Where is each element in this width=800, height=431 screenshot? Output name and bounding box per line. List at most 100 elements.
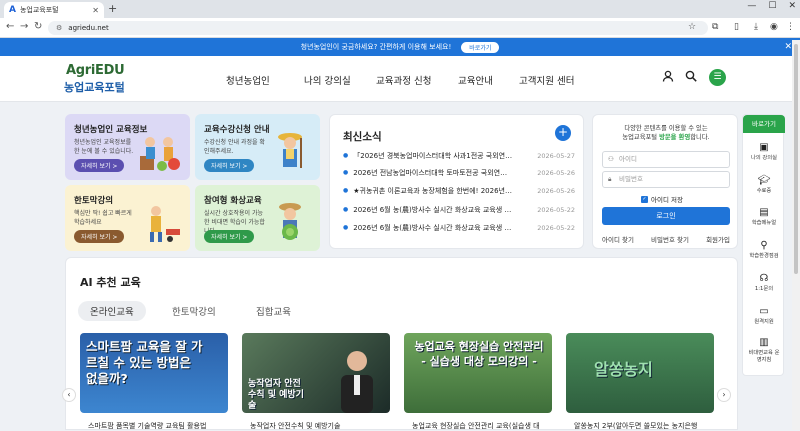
card-title: 한토막강의 xyxy=(74,196,114,206)
farmer-tractor-illustration xyxy=(134,199,184,247)
news-item-date: 2026-05-22 xyxy=(537,206,575,214)
news-item[interactable]: ● 2026년 6월 농(農)방사수 실시간 화상교육 교육생 … 2026-05-… xyxy=(343,204,575,216)
username-placeholder: 아이디 xyxy=(619,155,637,163)
lock-icon: 🔒︎ xyxy=(608,175,612,183)
quick-my-classroom[interactable]: ▣ 나의 강의실 xyxy=(743,142,785,162)
browser-tab-bar: A 농업교육포털 ✕ + — ☐ ✕ xyxy=(0,0,800,18)
quick-label: 원격지원 xyxy=(754,319,774,325)
card-short-lecture[interactable]: 한토막강의 핵심만 딱! 쉽고 빠르게 학습하세요 자세히 보기 > xyxy=(65,185,190,251)
checkbox-checked-icon[interactable]: ✓ xyxy=(641,195,648,203)
reload-icon[interactable]: ↻ xyxy=(34,21,42,32)
new-tab-button[interactable]: + xyxy=(108,2,117,15)
card-detail-button[interactable]: 자세히 보기 > xyxy=(74,230,125,243)
banner-go-button[interactable]: 바로가기 xyxy=(461,41,500,53)
save-id-checkbox[interactable]: ✓ 아이디 저장 xyxy=(641,194,683,204)
browser-tab[interactable]: A 농업교육포털 ✕ xyxy=(4,2,104,18)
nav-education-guide[interactable]: 교육안내 xyxy=(458,73,493,87)
close-tab-icon[interactable]: ✕ xyxy=(92,6,99,15)
laptop-icon: ▭ xyxy=(759,306,769,317)
card-video-education[interactable]: 참여형 화상교육 실시간 상호작용이 가능한 비대면 학습이 가능합니다. 자세… xyxy=(195,185,320,251)
login-intro-highlight: 방문을 환영 xyxy=(659,134,691,141)
card-detail-button[interactable]: 자세히 보기 > xyxy=(204,230,255,243)
url-field[interactable]: ⚙ agriedu.net xyxy=(48,21,708,35)
bookmark-star-icon[interactable]: ☆ xyxy=(688,22,696,32)
nav-my-classroom[interactable]: 나의 강의실 xyxy=(304,73,351,87)
site-info-icon[interactable]: ⚙ xyxy=(56,24,62,32)
ai-recommend-section: AI 추천 교육 온라인교육 한토막강의 집합교육 스마트팜 교육을 잘 가르칠… xyxy=(65,257,738,430)
extensions-icon[interactable]: ⧉ xyxy=(712,22,718,32)
banner-close-icon[interactable]: ✕ xyxy=(784,42,792,52)
page-scrollbar[interactable] xyxy=(792,40,800,430)
nav-young-farmer[interactable]: 청년농업인 xyxy=(226,73,270,87)
user-icon: ⚇ xyxy=(608,155,614,163)
news-item[interactable]: ● 2026년 6월 농(農)방사수 실시간 화상교육 교육생 … 2026-05-… xyxy=(343,222,575,234)
video-thumbnail[interactable]: 농업교육 현장실습 안전관리 - 실습생 대상 모의강의 - xyxy=(404,333,552,413)
news-more-plus-icon[interactable]: + xyxy=(555,125,571,141)
carousel-prev-icon[interactable]: ‹ xyxy=(62,388,76,402)
card-title: 참여형 화상교육 xyxy=(204,196,262,206)
login-intro-line1: 다양한 콘텐츠를 이용할 수 있는 xyxy=(624,125,708,132)
video-thumbnail[interactable]: 알쏭농지 xyxy=(566,333,714,413)
find-password-link[interactable]: 비밀번호 찾기 xyxy=(651,234,689,244)
scrollbar-thumb[interactable] xyxy=(794,44,798,274)
quick-label: 1:1문의 xyxy=(754,286,774,292)
news-item[interactable]: ● ★귀농귀촌 이론교육과 농장체험을 한번에! 2026년… 2026-05-26 xyxy=(343,185,575,197)
forward-icon[interactable]: → xyxy=(20,21,28,32)
back-icon[interactable]: ← xyxy=(6,21,14,32)
card-course-apply-guide[interactable]: 교육수강신청 안내 수강신청 안내 과정을 확인해주세요. 자세히 보기 > xyxy=(195,114,320,180)
maximize-icon[interactable]: ☐ xyxy=(768,1,776,11)
username-input[interactable]: ⚇ 아이디 xyxy=(602,151,730,168)
card-desc: 청년농업인 교육정보를 한 눈에 볼 수 있습니다. xyxy=(74,139,134,155)
quick-inquiry[interactable]: ☊ 1:1문의 xyxy=(743,273,785,293)
headset-icon: ☊ xyxy=(759,273,769,284)
close-window-icon[interactable]: ✕ xyxy=(788,1,796,11)
quick-remote-guideline[interactable]: ▥ 비대면교육 운영지침 xyxy=(743,337,785,363)
monitor-play-icon: ▣ xyxy=(759,142,769,153)
bullet-icon: ● xyxy=(343,224,349,231)
card-detail-button[interactable]: 자세히 보기 > xyxy=(74,159,125,172)
nav-support-center[interactable]: 고객지원 센터 xyxy=(519,73,574,87)
quick-certificate[interactable]: 🎓︎ 수료증 xyxy=(743,175,785,195)
document-icon: ▥ xyxy=(759,337,769,348)
password-input[interactable]: 🔒︎ 비밀번호 xyxy=(602,171,730,188)
minimize-icon[interactable]: — xyxy=(747,1,756,11)
browser-menu-icon[interactable]: ⋮ xyxy=(786,22,795,32)
tab-online[interactable]: 온라인교육 xyxy=(78,301,146,321)
logo-text-top[interactable]: AgriEDU xyxy=(66,63,125,78)
news-item-date: 2026-05-22 xyxy=(537,224,575,232)
carousel-next-icon[interactable]: › xyxy=(717,388,731,402)
card-detail-button[interactable]: 자세히 보기 > xyxy=(204,159,255,172)
tab-group-education[interactable]: 집합교육 xyxy=(256,304,291,318)
news-item-title: 2026년 6월 농(農)방사수 실시간 화상교육 교육생 … xyxy=(353,224,512,232)
search-icon[interactable] xyxy=(685,70,697,85)
card-desc: 수강신청 안내 과정을 확인해주세요. xyxy=(204,139,265,155)
thumbnail-title: 농업교육 현장실습 안전관리 - 실습생 대상 모의강의 - xyxy=(414,340,544,368)
site-favicon-icon: A xyxy=(9,5,16,15)
login-button[interactable]: 로그인 xyxy=(602,207,730,225)
quick-label: 학습메뉴얼 xyxy=(751,220,777,226)
profile-icon[interactable]: ◉ xyxy=(770,22,778,32)
sidebar-icon[interactable]: ▯ xyxy=(734,22,739,32)
find-id-link[interactable]: 아이디 찾기 xyxy=(602,234,634,244)
logo-text-bottom[interactable]: 농업교육포털 xyxy=(64,79,125,95)
download-icon[interactable]: ⤓ xyxy=(754,22,758,32)
tab-title: 농업교육포털 xyxy=(19,6,59,14)
bullet-icon: ● xyxy=(343,187,349,194)
quick-remote-support[interactable]: ▭ 원격지원 xyxy=(743,306,785,326)
video-thumbnail[interactable]: 스마트팜 교육을 잘 가르칠 수 있는 방법은 없을까? xyxy=(80,333,228,413)
signup-link[interactable]: 회원가입 xyxy=(706,234,730,244)
nav-course-apply[interactable]: 교육과정 신청 xyxy=(376,73,431,87)
news-item[interactable]: ● 「2026년 경북농업마이스터대학 사과1전공 국외연… 2026-05-27 xyxy=(343,150,575,162)
user-icon[interactable] xyxy=(662,70,674,85)
news-item[interactable]: ● 2026년 전남농업마이스터대학 토마토전공 국외연… 2026-05-26 xyxy=(343,167,575,179)
tab-short-lecture[interactable]: 한토막강의 xyxy=(172,304,216,318)
card-young-farmer-info[interactable]: 청년농업인 교육정보 청년농업인 교육정보를 한 눈에 볼 수 있습니다. 자세… xyxy=(65,114,190,180)
quick-manual[interactable]: ▤ 학습메뉴얼 xyxy=(743,207,785,227)
bullet-icon: ● xyxy=(343,169,349,176)
video-thumbnail[interactable]: 농작업자 안전수칙 및 예방기술 xyxy=(242,333,390,413)
graduation-cap-icon: 🎓︎ xyxy=(757,175,771,186)
quick-links-title: 바로가기 xyxy=(743,115,785,133)
magnifier-icon: ⚲ xyxy=(760,240,768,251)
quick-env-check[interactable]: ⚲ 학습환경점검 xyxy=(743,240,785,260)
hamburger-menu-icon[interactable]: ☰ xyxy=(709,69,726,86)
